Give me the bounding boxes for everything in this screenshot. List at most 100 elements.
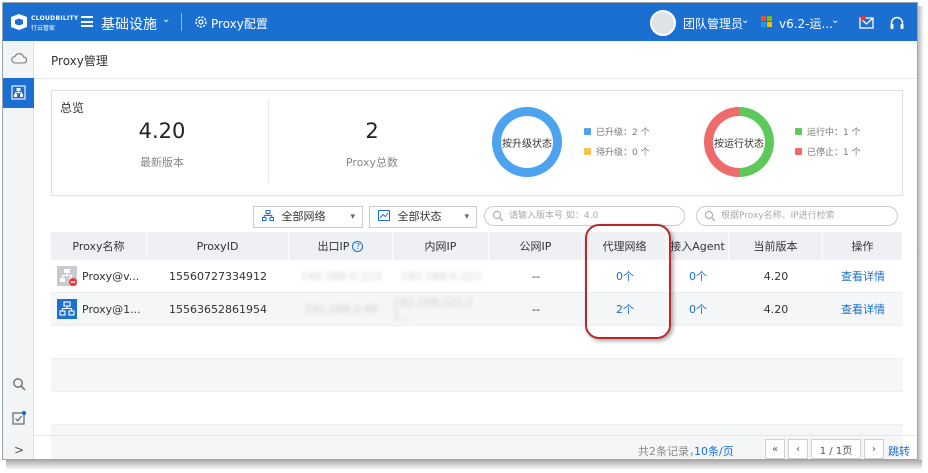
gear-icon	[195, 16, 207, 28]
col-lan-ip[interactable]: 内网IP	[393, 232, 489, 260]
legend-item: 运行中：1 个	[795, 121, 861, 141]
proxy-running-icon	[57, 299, 77, 319]
pagination: 共2条记录， 10条/页 « ‹ 1 / 1页 › » 跳转	[34, 435, 917, 459]
col-proxy-name[interactable]: Proxy名称	[51, 232, 147, 260]
search-icon[interactable]	[12, 377, 26, 391]
overview-divider	[268, 99, 269, 183]
network-select[interactable]: 全部网络 ▾	[253, 206, 363, 228]
version-search-placeholder: 请输入版本号 如：4.0	[509, 211, 599, 221]
version-menu[interactable]: v6.2-运...	[779, 15, 833, 32]
table-row[interactable]: Proxy@v... 15560727334912 192.168.0.223 …	[51, 260, 903, 293]
window-shadow	[918, 6, 924, 462]
empty-row	[51, 326, 903, 359]
user-menu[interactable]: 团队管理员	[683, 15, 743, 32]
legend-swatch	[584, 147, 591, 155]
exit-ip: 192.168.0.223	[300, 269, 382, 283]
col-actions: 操作	[823, 232, 903, 260]
headset-icon[interactable]	[889, 15, 905, 31]
proxy-name: Proxy@1...	[82, 302, 141, 316]
cloud-icon[interactable]	[11, 52, 27, 64]
page-title: Proxy管理	[51, 54, 108, 68]
chevron-down-icon[interactable]: ⌄	[162, 14, 170, 25]
agents-link[interactable]: 0个	[667, 260, 729, 292]
version: 4.20	[763, 269, 789, 283]
prev-page-button[interactable]: ‹	[788, 439, 808, 459]
top-bar: CLOUDBILITY 行云管家 基础设施 ⌄ Proxy配置 团队管理员 ⌄ …	[3, 3, 917, 41]
header-divider	[181, 13, 182, 31]
main-content: Proxy管理 总览 4.20 最新版本 2 Proxy总数 按升级状态 已升级…	[34, 41, 917, 459]
col-exit-ip[interactable]: 出口IP ?	[289, 232, 393, 260]
col-exit-ip-label: 出口IP	[317, 240, 350, 253]
legend-item: 已升级：2 个	[584, 121, 650, 141]
view-details-link[interactable]: 查看详情	[823, 260, 903, 292]
page-indicator[interactable]: 1 / 1页	[811, 439, 861, 459]
proxy-id: 15560727334912	[169, 269, 267, 283]
col-version[interactable]: 当前版本	[729, 232, 823, 260]
agents-link[interactable]: 0个	[667, 293, 729, 325]
legend-swatch	[795, 147, 802, 155]
col-wan-ip[interactable]: 公网IP	[489, 232, 583, 260]
mail-icon[interactable]	[859, 15, 875, 29]
logo[interactable]: CLOUDBILITY 行云管家	[9, 11, 78, 33]
wan-ip: --	[532, 302, 540, 316]
view-details-link[interactable]: 查看详情	[823, 293, 903, 325]
status-icon	[378, 210, 390, 221]
legend-pending: 待升级：0 个	[596, 147, 650, 158]
chevron-down-icon[interactable]: ⌄	[831, 15, 839, 26]
total-records: 共2条记录，	[638, 445, 700, 458]
run-legend: 运行中：1 个 已停止：1 个	[795, 121, 861, 161]
sidebar: >	[3, 41, 34, 459]
version-search-input[interactable]: 请输入版本号 如：4.0	[484, 206, 685, 226]
lan-ip: 192.168.0.223	[400, 269, 482, 283]
status-select-value: 全部状态	[397, 210, 442, 223]
filter-bar: 全部网络 ▾ 全部状态 ▾ 请输入版本号 如：4.0 根据Proxy名称、IP进…	[34, 204, 917, 228]
first-page-button[interactable]: «	[765, 439, 785, 459]
chevron-down-icon: ▾	[350, 212, 355, 222]
status-select[interactable]: 全部状态 ▾	[369, 206, 477, 228]
latest-version-label: 最新版本	[140, 156, 184, 169]
proxy-search-input[interactable]: 根据Proxy名称、IP进行检索	[696, 206, 898, 226]
proxy-table: Proxy名称 ProxyID 出口IP ? 内网IP 公网IP 代理网络 接入…	[51, 232, 903, 458]
legend-swatch	[795, 127, 802, 135]
latest-version-value: 4.20	[138, 119, 186, 143]
network-icon	[11, 85, 26, 100]
overview-label: 总览	[60, 101, 85, 115]
help-icon[interactable]: ?	[352, 240, 364, 252]
run-status-ring: 按运行状态	[704, 107, 774, 177]
next-page-button[interactable]: ›	[864, 439, 884, 459]
upgrade-legend: 已升级：2 个 待升级：0 个	[584, 121, 650, 161]
legend-swatch	[584, 127, 591, 135]
col-agents[interactable]: 接入Agent	[667, 232, 729, 260]
sidebar-item-network[interactable]	[3, 78, 34, 108]
overview-panel: 总览 4.20 最新版本 2 Proxy总数 按升级状态 已升级：2 个 待升级…	[51, 90, 903, 196]
table-header: Proxy名称 ProxyID 出口IP ? 内网IP 公网IP 代理网络 接入…	[51, 232, 903, 260]
avatar[interactable]	[650, 10, 676, 36]
col-proxy-id[interactable]: ProxyID	[147, 232, 289, 260]
proxy-config-tab[interactable]: Proxy配置	[211, 15, 268, 32]
chevron-down-icon[interactable]: ⌄	[741, 15, 749, 26]
network-select-value: 全部网络	[281, 210, 326, 223]
expand-sidebar-icon[interactable]: >	[14, 443, 24, 457]
upgrade-ring-label: 按升级状态	[502, 138, 552, 150]
jump-button[interactable]: 跳转	[888, 443, 910, 459]
table-row[interactable]: Proxy@1... 15563652861954 192.168.0.49 1…	[51, 293, 903, 326]
search-icon	[704, 210, 716, 222]
wan-ip: --	[532, 269, 540, 283]
network-icon	[262, 210, 274, 221]
windows-icon	[761, 16, 773, 28]
exit-ip: 192.168.0.49	[304, 302, 378, 316]
highlight-annotation	[585, 224, 671, 339]
legend-running: 运行中：1 个	[807, 127, 861, 138]
proxy-name-cell: Proxy@1...	[51, 293, 147, 325]
lan-ip: 192.168.122.1 1...	[393, 296, 474, 322]
legend-stopped: 已停止：1 个	[807, 147, 861, 158]
nav-title[interactable]: 基础设施	[101, 14, 157, 34]
chevron-down-icon: ▾	[464, 212, 469, 222]
hamburger-menu-icon[interactable]	[81, 16, 93, 27]
logo-subtext: 行云管家	[31, 25, 56, 32]
proxy-id: 15563652861954	[169, 302, 267, 316]
task-icon[interactable]	[12, 411, 26, 425]
title-divider	[34, 78, 917, 79]
empty-row	[51, 359, 903, 392]
page-size-select[interactable]: 10条/页	[694, 443, 734, 459]
